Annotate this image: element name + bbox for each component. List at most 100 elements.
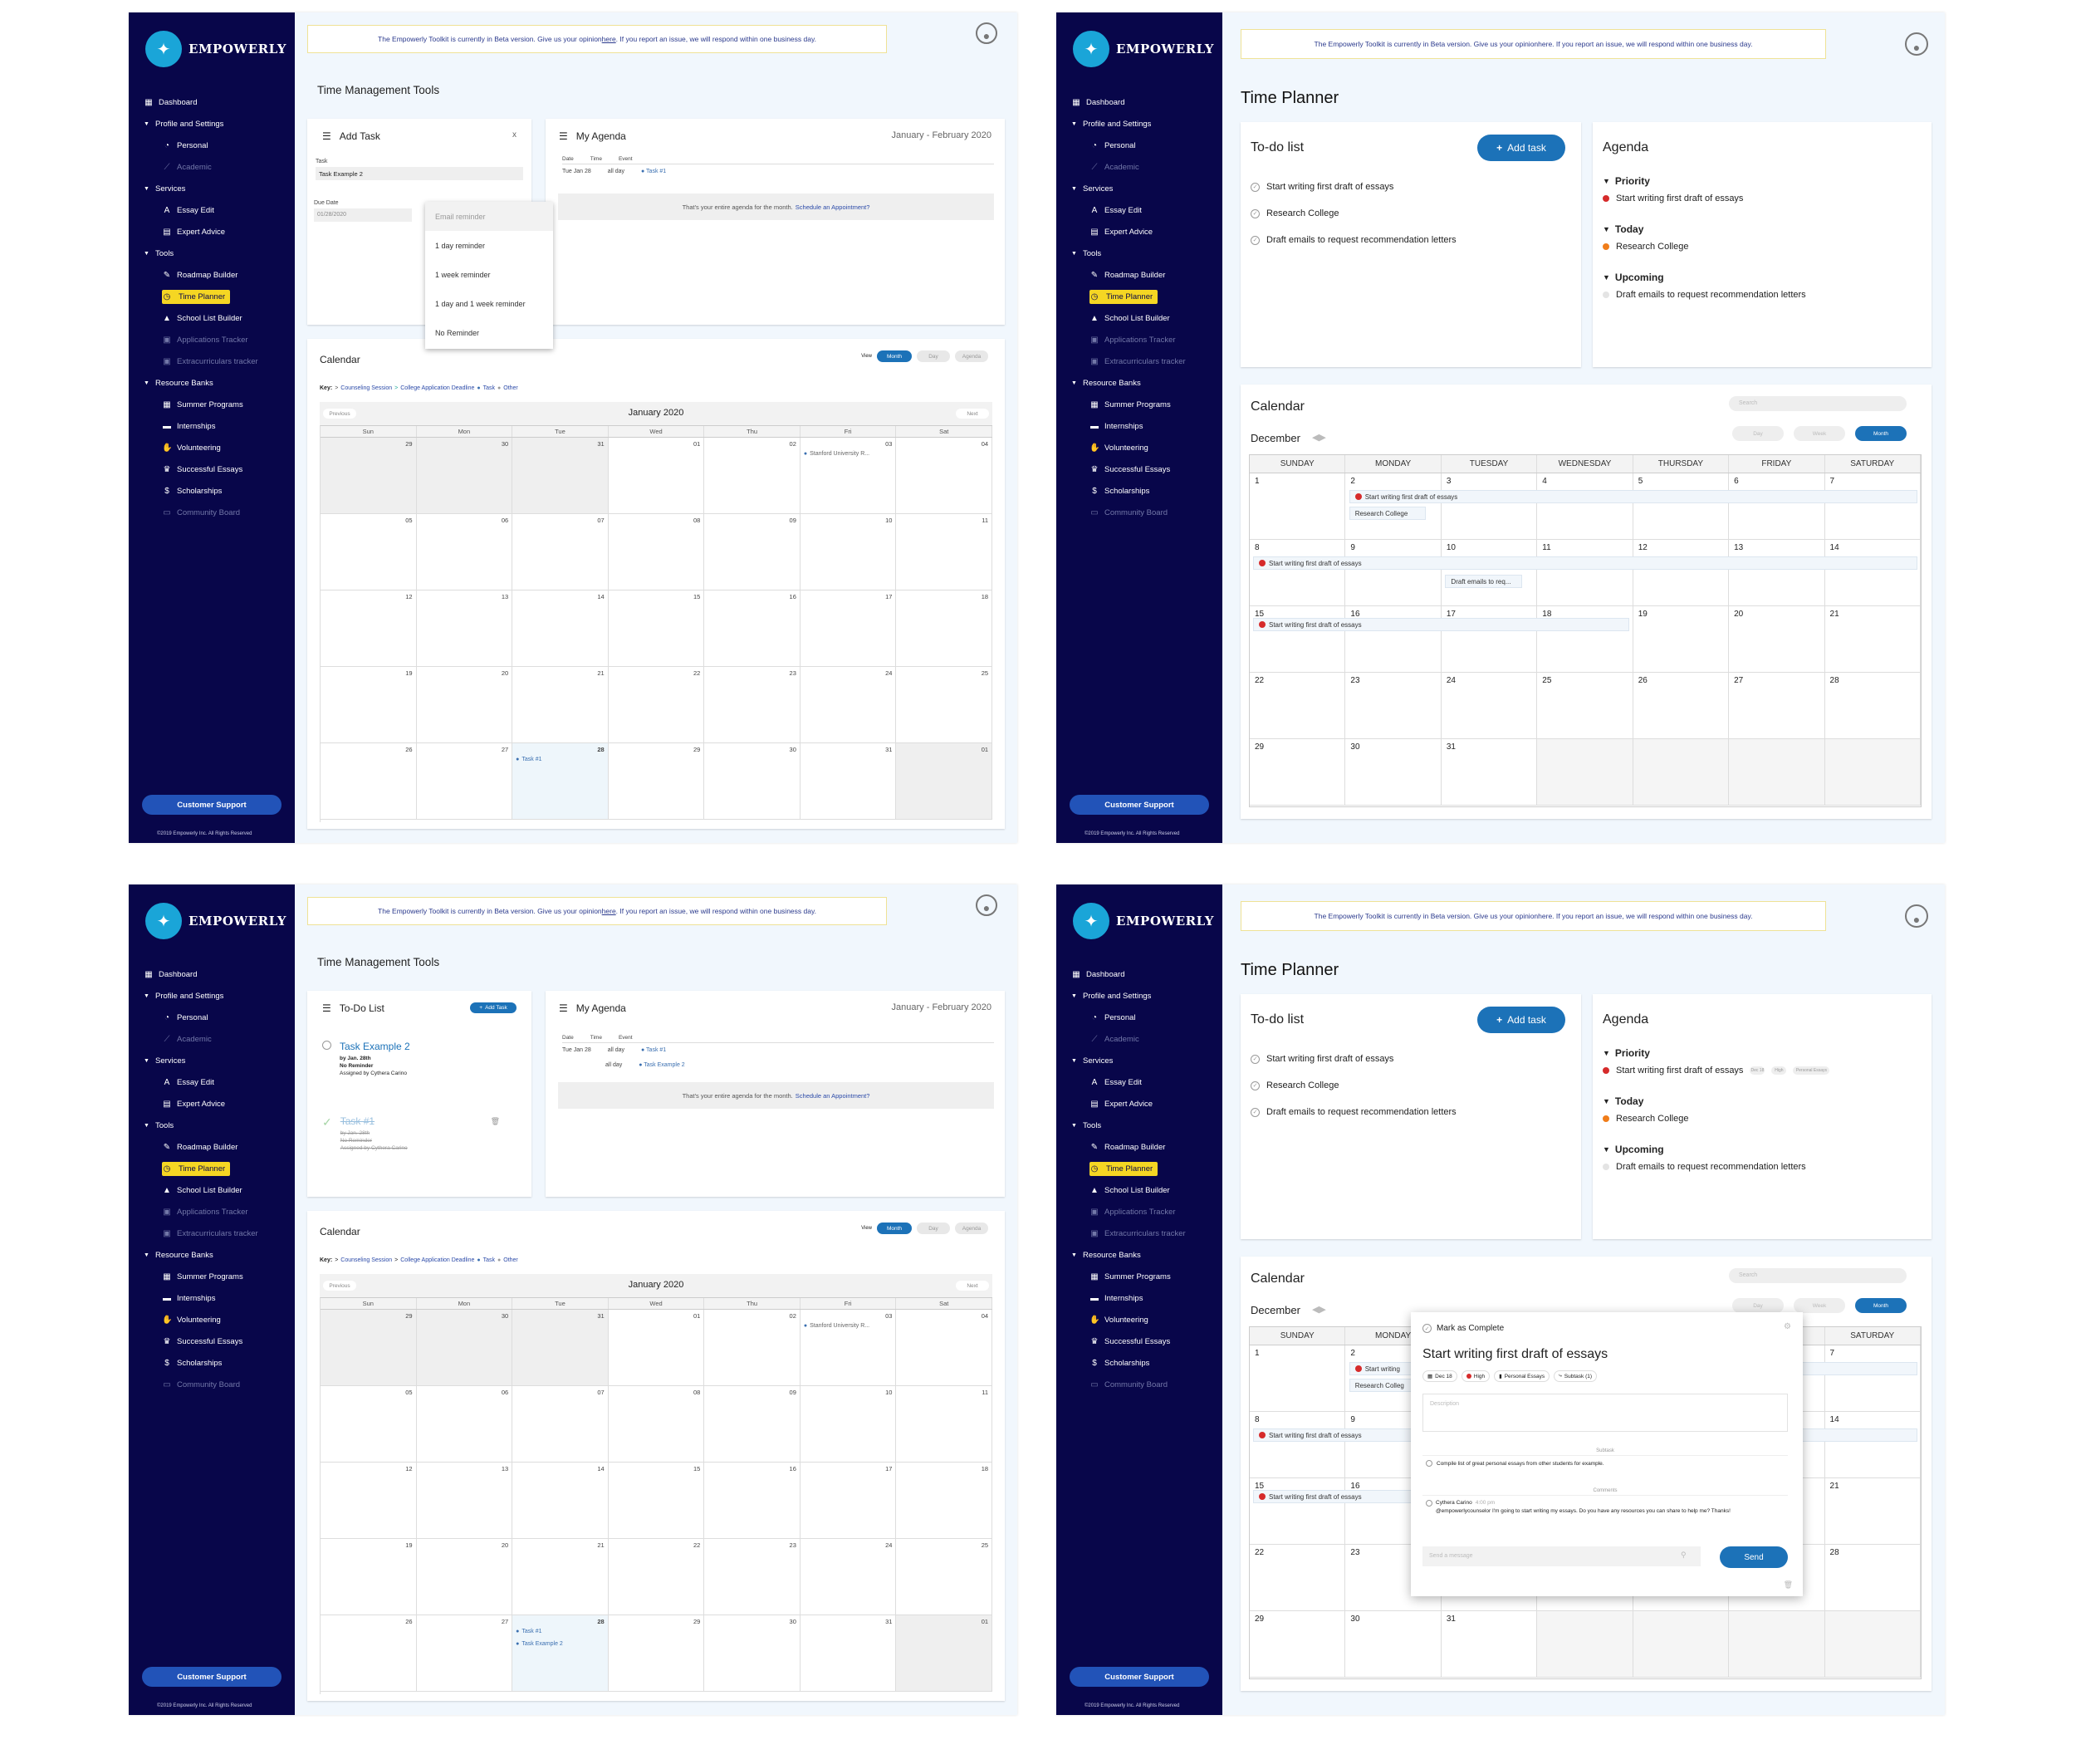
- sidebar-item-personal[interactable]: ◔ Personal: [144, 1007, 289, 1028]
- sidebar-item-time-planner[interactable]: ◷ Time Planner: [144, 286, 289, 307]
- day-cell[interactable]: 19: [1633, 606, 1730, 672]
- day-cell[interactable]: 29: [609, 743, 705, 819]
- view-week-button[interactable]: Week: [1794, 426, 1845, 441]
- sidebar-item-volunteering[interactable]: ✋ Volunteering: [144, 1309, 289, 1330]
- sidebar-item-services[interactable]: ▼ Services: [1071, 1050, 1217, 1071]
- reminder-option[interactable]: 1 day and 1 week reminder: [425, 289, 553, 318]
- sidebar-item-school-list-builder[interactable]: ▲ School List Builder: [144, 307, 289, 329]
- day-cell[interactable]: 10: [801, 1386, 897, 1462]
- agenda-item[interactable]: Research College: [1603, 1110, 1829, 1127]
- sidebar-item-essay-edit[interactable]: A Essay Edit: [144, 1071, 289, 1093]
- sidebar-item-academic[interactable]: ⟋ Academic: [144, 1028, 289, 1050]
- day-cell[interactable]: 19: [321, 667, 417, 742]
- agenda-event[interactable]: ● Task #1: [641, 1047, 666, 1053]
- mark-complete-button[interactable]: ✓ Mark as Complete: [1422, 1324, 1504, 1333]
- day-cell[interactable]: 09: [704, 514, 801, 590]
- day-cell[interactable]: 23: [704, 667, 801, 742]
- view-day-button[interactable]: Day: [1732, 426, 1784, 441]
- day-cell[interactable]: 8: [1250, 1412, 1346, 1477]
- day-cell[interactable]: 24: [801, 1539, 897, 1615]
- day-cell[interactable]: 26: [321, 743, 417, 819]
- sidebar-item-roadmap-builder[interactable]: ✎ Roadmap Builder: [144, 1136, 289, 1158]
- day-cell[interactable]: 28 ● Task #1: [512, 743, 609, 819]
- sidebar-item-dashboard[interactable]: ▦ Dashboard: [1071, 963, 1217, 985]
- todo-item[interactable]: ✓ Research College: [1251, 200, 1457, 227]
- customer-support-button[interactable]: Customer Support: [1070, 795, 1209, 815]
- event-item[interactable]: ● Task #1: [516, 757, 541, 762]
- day-cell[interactable]: [1729, 739, 1825, 805]
- view-week-button[interactable]: Week: [1794, 1298, 1845, 1313]
- day-cell[interactable]: 20: [417, 1539, 513, 1615]
- sidebar-item-school-list-builder[interactable]: ▲ School List Builder: [1071, 1179, 1217, 1201]
- day-cell[interactable]: 30: [416, 438, 513, 513]
- day-cell[interactable]: 31: [1442, 739, 1538, 805]
- view-month-button[interactable]: Month: [1855, 1298, 1907, 1313]
- agenda-section-upcoming[interactable]: ▼ Upcoming: [1603, 268, 1806, 287]
- day-cell[interactable]: 18: [896, 1463, 993, 1538]
- day-cell[interactable]: 29: [1250, 1611, 1346, 1677]
- day-cell[interactable]: 21: [1825, 1478, 1921, 1544]
- day-cell[interactable]: 22: [609, 1539, 705, 1615]
- day-cell[interactable]: 12: [321, 1463, 417, 1538]
- day-cell[interactable]: 12: [1633, 540, 1730, 605]
- tag-priority[interactable]: High: [1461, 1370, 1491, 1382]
- logo[interactable]: ✦ EMPOWERLY: [145, 31, 286, 67]
- day-cell[interactable]: 20: [417, 667, 513, 742]
- day-cell[interactable]: 11: [896, 1386, 993, 1462]
- day-cell[interactable]: 21: [512, 1539, 609, 1615]
- sidebar-item-scholarships[interactable]: $ Scholarships: [1071, 1352, 1217, 1374]
- sidebar-item-roadmap-builder[interactable]: ✎ Roadmap Builder: [1071, 264, 1217, 286]
- sidebar-item-successful-essays[interactable]: ♛ Successful Essays: [1071, 1330, 1217, 1352]
- day-cell[interactable]: 11: [1537, 540, 1633, 605]
- customer-support-button[interactable]: Customer Support: [1070, 1667, 1209, 1687]
- day-cell[interactable]: 31: [801, 743, 897, 819]
- sidebar-item-applications-tracker[interactable]: ▣ Applications Tracker: [144, 1201, 289, 1223]
- sidebar-item-academic[interactable]: ⟋ Academic: [1071, 1028, 1217, 1050]
- paperclip-icon[interactable]: ⚲: [1681, 1551, 1687, 1560]
- sidebar-item-roadmap-builder[interactable]: ✎ Roadmap Builder: [1071, 1136, 1217, 1158]
- month-nav-arrows-icon[interactable]: ◀▶: [1312, 432, 1326, 444]
- day-cell[interactable]: 29: [321, 438, 417, 513]
- sidebar-item-internships[interactable]: ▬ Internships: [144, 1287, 289, 1309]
- sidebar-item-tools[interactable]: ▼ Tools: [144, 243, 289, 264]
- day-cell[interactable]: 14: [512, 590, 609, 666]
- sidebar-item-community-board[interactable]: ▭ Community Board: [1071, 1374, 1217, 1395]
- day-cell[interactable]: 22: [1250, 673, 1346, 738]
- agenda-section-today[interactable]: ▼ Today: [1603, 220, 1806, 238]
- agenda-item[interactable]: Start writing first draft of essays: [1603, 190, 1806, 207]
- day-cell[interactable]: 29: [321, 1310, 417, 1385]
- agenda-event[interactable]: ● Task Example 2: [639, 1062, 684, 1068]
- day-cell[interactable]: 25: [896, 667, 993, 742]
- day-cell[interactable]: 16: [704, 1463, 801, 1538]
- todo-item[interactable]: Task Example 2 by Jan. 28th No Reminder Ass…: [322, 1041, 410, 1076]
- reminder-option[interactable]: 1 week reminder: [425, 260, 553, 289]
- day-cell[interactable]: 03 ● Stanford University R...: [801, 1310, 897, 1385]
- sidebar-item-expert-advice[interactable]: ▤ Expert Advice: [1071, 1093, 1217, 1115]
- day-cell[interactable]: 7: [1825, 473, 1921, 539]
- sidebar-item-community-board[interactable]: ▭ Community Board: [144, 1374, 289, 1395]
- day-cell[interactable]: 27: [1729, 673, 1825, 738]
- logo[interactable]: ✦ EMPOWERLY: [145, 903, 286, 939]
- day-cell[interactable]: 02: [704, 438, 801, 513]
- sidebar-item-applications-tracker[interactable]: ▣ Applications Tracker: [1071, 1201, 1217, 1223]
- sidebar-item-expert-advice[interactable]: ▤ Expert Advice: [144, 1093, 289, 1115]
- day-cell[interactable]: 07: [512, 514, 609, 590]
- logo[interactable]: ✦ EMPOWERLY: [1073, 31, 1214, 67]
- reminder-option[interactable]: 1 day reminder: [425, 231, 553, 260]
- day-cell[interactable]: 25: [896, 1539, 993, 1615]
- day-cell[interactable]: 15: [1250, 1478, 1346, 1544]
- todo-item[interactable]: ✓ Start writing first draft of essays: [1251, 174, 1457, 200]
- day-cell[interactable]: 19: [321, 1539, 417, 1615]
- day-cell[interactable]: 28: [1825, 1545, 1921, 1610]
- month-nav-arrows-icon[interactable]: ◀▶: [1312, 1304, 1326, 1316]
- day-cell[interactable]: 13: [1729, 540, 1825, 605]
- check-circle-icon[interactable]: ✓: [1251, 235, 1260, 245]
- sidebar-item-expert-advice[interactable]: ▤ Expert Advice: [144, 221, 289, 243]
- tag-subtask[interactable]: ⤷ Subtask (1): [1554, 1370, 1598, 1382]
- sidebar-item-successful-essays[interactable]: ♛ Successful Essays: [144, 1330, 289, 1352]
- sidebar-item-scholarships[interactable]: $ Scholarships: [144, 1352, 289, 1374]
- day-cell[interactable]: 18: [896, 590, 993, 666]
- customer-support-button[interactable]: Customer Support: [142, 795, 282, 815]
- day-cell[interactable]: 10: [1442, 540, 1538, 605]
- day-cell[interactable]: 24: [801, 667, 897, 742]
